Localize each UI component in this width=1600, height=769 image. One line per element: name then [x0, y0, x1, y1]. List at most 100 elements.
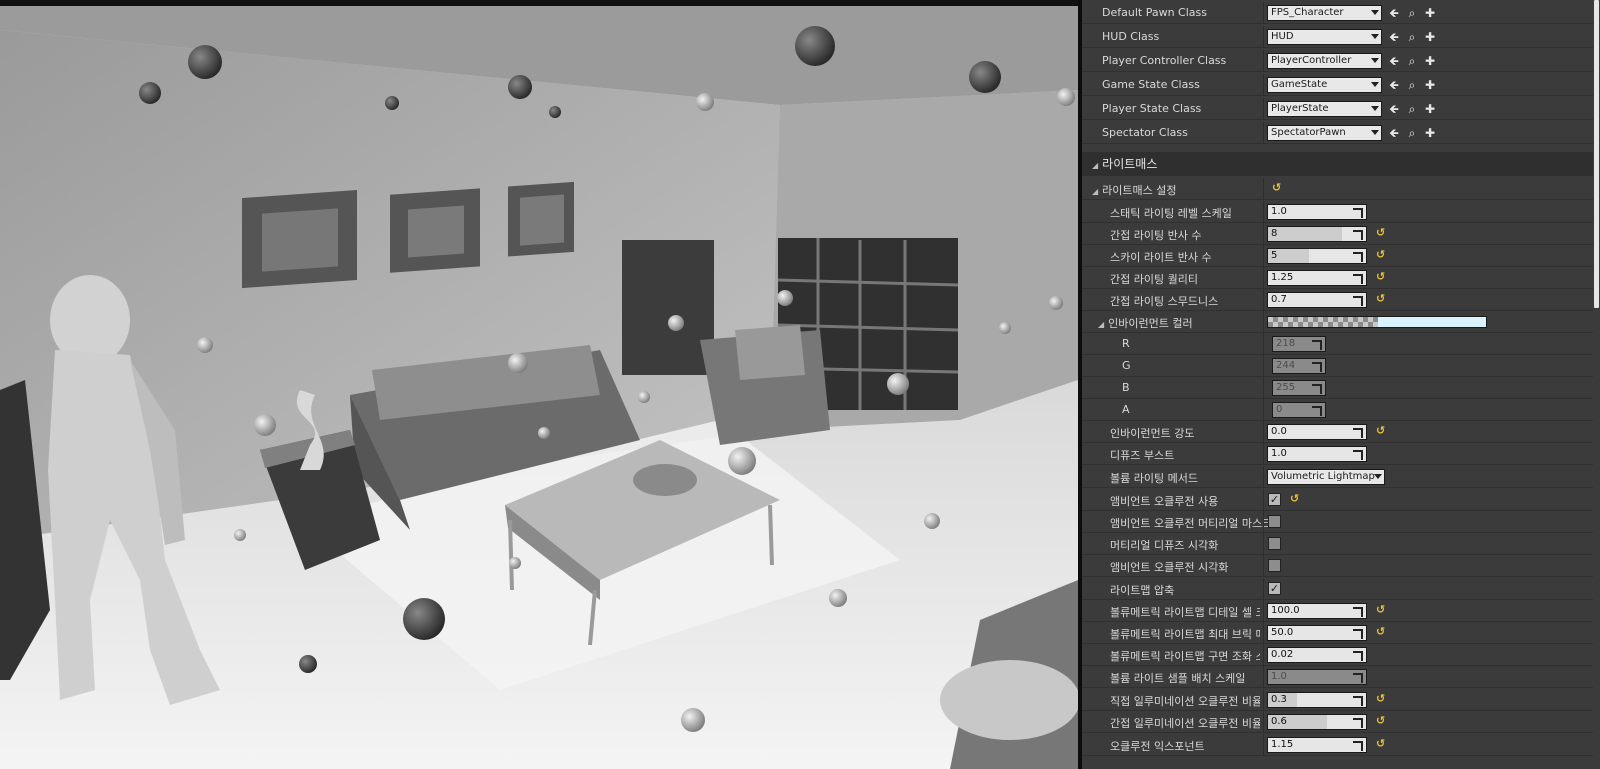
visualize-ao-checkbox[interactable]: [1268, 559, 1281, 572]
reset-to-default-icon[interactable]: ↺: [1376, 226, 1385, 239]
arrow-left-icon[interactable]: 🡸: [1386, 4, 1402, 22]
environment-intensity-row: 인바이런먼트 강도 0.0 ↺: [1082, 421, 1593, 443]
reset-to-default-icon[interactable]: ↺: [1376, 603, 1385, 616]
indirect-lighting-bounces-slider[interactable]: 8: [1267, 226, 1367, 242]
indirect-illum-occlusion-fraction-row: 간접 일루미네이션 오클루전 비율 0.6 ↺: [1082, 711, 1593, 733]
skylight-bounces-slider[interactable]: 5: [1267, 248, 1367, 264]
arrow-left-icon[interactable]: 🡸: [1386, 124, 1402, 142]
reset-to-default-icon[interactable]: ↺: [1290, 492, 1299, 505]
color-b-input[interactable]: 255: [1272, 380, 1326, 396]
environment-intensity-input[interactable]: 0.0: [1267, 424, 1367, 440]
drag-handle-icon: [1353, 696, 1363, 706]
drag-handle-icon: [1353, 718, 1363, 728]
visualize-material-diffuse-row: 머티리얼 디퓨즈 시각화: [1082, 533, 1593, 555]
player-controller-class-dropdown[interactable]: PlayerController: [1267, 53, 1382, 69]
reset-to-default-icon[interactable]: ↺: [1376, 625, 1385, 638]
color-g-input[interactable]: 244: [1272, 358, 1326, 374]
magnifier-icon[interactable]: ⌕: [1404, 124, 1420, 142]
reset-to-default-icon[interactable]: ↺: [1376, 692, 1385, 705]
spectator-class-row: Spectator Class SpectatorPawn 🡸 ⌕ ✚: [1082, 122, 1593, 144]
chevron-down-icon: [1371, 106, 1379, 111]
chevron-down-icon: [1374, 474, 1382, 479]
magnifier-icon[interactable]: ⌕: [1404, 100, 1420, 118]
world-settings-details-panel: Default Pawn Class FPS_Character 🡸 ⌕ ✚ H…: [1082, 0, 1600, 769]
reset-to-default-icon[interactable]: ↺: [1376, 424, 1385, 437]
indirect-lighting-quality-row: 간접 라이팅 퀄리티 1.25 ↺: [1082, 267, 1593, 289]
drag-handle-icon: [1353, 651, 1363, 661]
reset-to-default-icon[interactable]: ↺: [1376, 737, 1385, 750]
plus-icon[interactable]: ✚: [1422, 28, 1438, 46]
drag-handle-icon: [1353, 208, 1363, 218]
drag-handle-icon: [1353, 629, 1363, 639]
vlm-max-brick-memory-input[interactable]: 50.0: [1267, 625, 1367, 641]
occlusion-exponent-input[interactable]: 1.15: [1267, 737, 1367, 753]
reset-to-default-icon[interactable]: ↺: [1376, 270, 1385, 283]
drag-handle-icon: [1353, 607, 1363, 617]
magnifier-icon[interactable]: ⌕: [1404, 76, 1420, 94]
use-ambient-occlusion-checkbox[interactable]: ✓: [1268, 493, 1281, 506]
default-pawn-class-dropdown[interactable]: FPS_Character: [1267, 5, 1382, 21]
drag-handle-icon: [1353, 428, 1363, 438]
viewport-scene: [0, 0, 1078, 769]
drag-handle-icon: [1312, 384, 1322, 394]
reset-to-default-icon[interactable]: ↺: [1376, 248, 1385, 261]
arrow-left-icon[interactable]: 🡸: [1386, 28, 1402, 46]
indirect-lighting-quality-input[interactable]: 1.25: [1267, 270, 1367, 286]
environment-color-swatch[interactable]: [1267, 316, 1487, 328]
indirect-illum-occlusion-fraction-slider[interactable]: 0.6: [1267, 714, 1367, 730]
environment-color-a-row: A 0: [1082, 399, 1593, 421]
chevron-down-icon: [1371, 10, 1379, 15]
drag-handle-icon: [1353, 230, 1363, 240]
direct-illum-occlusion-fraction-slider[interactable]: 0.3: [1267, 692, 1367, 708]
color-r-input[interactable]: 218: [1272, 336, 1326, 352]
arrow-left-icon[interactable]: 🡸: [1386, 52, 1402, 70]
game-state-class-dropdown[interactable]: GameState: [1267, 77, 1382, 93]
compress-lightmaps-row: 라이트맵 압축 ✓: [1082, 578, 1593, 600]
chevron-down-icon: [1371, 130, 1379, 135]
indirect-lighting-smoothness-input[interactable]: 0.7: [1267, 292, 1367, 308]
visualize-ao-row: 앰비언트 오클루전 시각화: [1082, 555, 1593, 577]
reset-to-default-icon[interactable]: ↺: [1272, 181, 1281, 194]
plus-icon[interactable]: ✚: [1422, 124, 1438, 142]
drag-handle-icon: [1353, 252, 1363, 262]
volume-lighting-method-dropdown[interactable]: Volumetric Lightmap: [1267, 469, 1385, 485]
plus-icon[interactable]: ✚: [1422, 76, 1438, 94]
color-a-input[interactable]: 0: [1272, 402, 1326, 418]
diffuse-boost-input[interactable]: 1.0: [1267, 446, 1367, 462]
indirect-lighting-smoothness-row: 간접 라이팅 스무드니스 0.7 ↺: [1082, 289, 1593, 311]
drag-handle-icon: [1312, 362, 1322, 372]
lightmass-settings-header[interactable]: ◢ 라이트매스 설정 ↺: [1082, 178, 1593, 200]
plus-icon[interactable]: ✚: [1422, 52, 1438, 70]
lightmass-category-header[interactable]: ◢ 라이트매스: [1082, 152, 1593, 176]
plus-icon[interactable]: ✚: [1422, 4, 1438, 22]
drag-handle-icon: [1353, 450, 1363, 460]
direct-illum-occlusion-fraction-row: 직접 일루미네이션 오클루전 비율 0.3 ↺: [1082, 689, 1593, 711]
chevron-down-icon: [1371, 82, 1379, 87]
player-state-class-dropdown[interactable]: PlayerState: [1267, 101, 1382, 117]
details-scrollbar-thumb[interactable]: [1594, 0, 1599, 308]
static-lighting-level-scale-row: 스태틱 라이팅 레벨 스케일 1.0: [1082, 201, 1593, 223]
arrow-left-icon[interactable]: 🡸: [1386, 100, 1402, 118]
drag-handle-icon: [1312, 340, 1322, 350]
magnifier-icon[interactable]: ⌕: [1404, 52, 1420, 70]
drag-handle-icon: [1353, 673, 1363, 683]
spectator-class-dropdown[interactable]: SpectatorPawn: [1267, 125, 1382, 141]
plus-icon[interactable]: ✚: [1422, 100, 1438, 118]
collapse-triangle-icon[interactable]: ◢: [1098, 320, 1104, 329]
reset-to-default-icon[interactable]: ↺: [1376, 714, 1385, 727]
volume-light-sample-scale-input[interactable]: 1.0: [1267, 669, 1367, 685]
vlm-sh-ringing-input[interactable]: 0.02: [1267, 647, 1367, 663]
magnifier-icon[interactable]: ⌕: [1404, 28, 1420, 46]
compress-lightmaps-checkbox[interactable]: ✓: [1268, 582, 1281, 595]
level-viewport[interactable]: [0, 0, 1078, 769]
reset-to-default-icon[interactable]: ↺: [1376, 292, 1385, 305]
arrow-left-icon[interactable]: 🡸: [1386, 76, 1402, 94]
static-lighting-level-scale-input[interactable]: 1.0: [1267, 204, 1367, 220]
hud-class-dropdown[interactable]: HUD: [1267, 29, 1382, 45]
vlm-detail-cell-size-input[interactable]: 100.0: [1267, 603, 1367, 619]
drag-handle-icon: [1312, 406, 1322, 416]
visualize-material-diffuse-checkbox[interactable]: [1268, 537, 1281, 550]
magnifier-icon[interactable]: ⌕: [1404, 4, 1420, 22]
ao-material-mask-checkbox[interactable]: [1268, 515, 1281, 528]
drag-handle-icon: [1353, 274, 1363, 284]
